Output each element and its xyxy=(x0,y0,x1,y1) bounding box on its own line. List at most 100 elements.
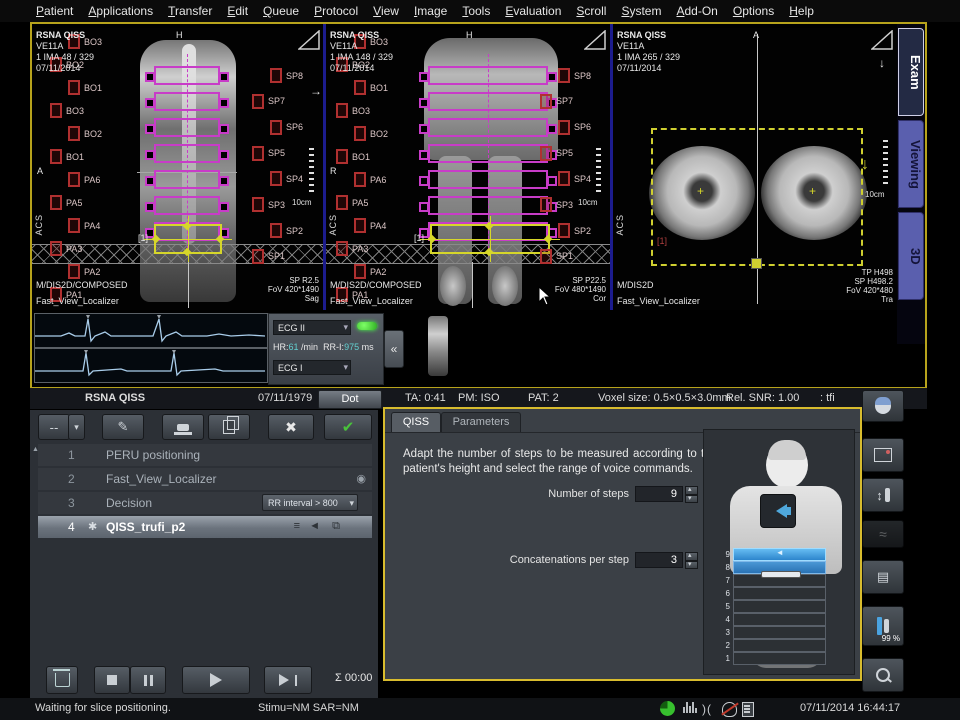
cancel-step-button[interactable]: ✖ xyxy=(268,414,314,440)
active-slice-roi[interactable]: [1] xyxy=(430,224,550,254)
ecg-lead-select-top[interactable]: ECG II xyxy=(273,320,351,335)
menu-item[interactable]: Tools xyxy=(462,4,490,18)
sat-band-label[interactable]: SP5 xyxy=(252,146,312,161)
band-bar[interactable] xyxy=(733,613,826,626)
sat-band-label[interactable]: BO1 xyxy=(354,80,420,95)
pause-button[interactable] xyxy=(130,666,166,694)
menu-item[interactable]: Queue xyxy=(263,4,299,18)
sat-band-label[interactable]: SP1 xyxy=(252,249,312,264)
menu-item[interactable]: Protocol xyxy=(314,4,358,18)
sat-band-label[interactable]: BO1 xyxy=(50,149,134,164)
slice-box[interactable] xyxy=(154,66,220,85)
voice-muted-icon[interactable] xyxy=(722,702,737,717)
band-bar[interactable] xyxy=(733,652,826,665)
sat-band-label[interactable]: PA3 xyxy=(336,241,420,256)
menu-item[interactable]: Transfer xyxy=(168,4,212,18)
spinner-down-icon[interactable] xyxy=(685,495,698,504)
band-bar[interactable] xyxy=(733,587,826,600)
step-row-fast-view-localizer[interactable]: 2 Fast_View_Localizer ◉ xyxy=(38,468,372,490)
band-bar[interactable] xyxy=(733,548,826,561)
coverage-band[interactable]: 4 xyxy=(716,613,826,625)
menu-item[interactable]: Scroll xyxy=(576,4,606,18)
step-row-qiss-trufi-selected[interactable]: 4 ✱ QISS_trufi_p2 ≡ ◄ ⧉ xyxy=(38,516,372,538)
layout-button[interactable]: ▤ xyxy=(862,560,904,594)
sat-band-label[interactable]: BO3 xyxy=(50,103,134,118)
dot-engine-button[interactable]: Dot xyxy=(318,390,382,409)
coverage-band[interactable]: 3 xyxy=(716,626,826,638)
sat-band-label[interactable]: SP5 xyxy=(540,146,600,161)
band-bar[interactable] xyxy=(733,600,826,613)
coverage-band[interactable]: 7 xyxy=(716,574,826,586)
menu-item[interactable]: Image xyxy=(414,4,447,18)
coverage-band[interactable]: 2 xyxy=(716,639,826,651)
scroll-down-arrow-icon[interactable]: ↓ xyxy=(879,56,885,70)
sat-band-label[interactable]: SP1 xyxy=(540,249,600,264)
sat-band-label[interactable]: SP6 xyxy=(558,120,600,135)
tab-qiss[interactable]: QISS xyxy=(391,412,441,432)
tab-parameters[interactable]: Parameters xyxy=(441,412,521,432)
ecg-lead-select-bottom[interactable]: ECG I xyxy=(273,360,351,375)
queue-mode-button[interactable]: -- xyxy=(38,414,70,440)
slice-box[interactable] xyxy=(154,92,220,111)
coverage-band[interactable]: 5 xyxy=(716,600,826,612)
sat-band-label[interactable]: SP4 xyxy=(270,171,312,186)
table-charge-button[interactable]: 99 % xyxy=(862,606,904,646)
number-of-steps-field[interactable]: 9 xyxy=(635,486,683,502)
slice-box[interactable] xyxy=(428,118,548,137)
menu-item[interactable]: Edit xyxy=(227,4,248,18)
coverage-band[interactable]: 9 xyxy=(716,548,826,560)
series-thumbnail[interactable] xyxy=(428,316,448,376)
table-position-button[interactable]: ↕ xyxy=(862,478,904,512)
magnifier-button[interactable] xyxy=(862,658,904,692)
slice-box[interactable] xyxy=(154,196,220,215)
menu-item[interactable]: Options xyxy=(733,4,774,18)
step-list-icon[interactable]: ≡ xyxy=(294,520,300,532)
move-down-arrow-icon[interactable]: ↓ xyxy=(861,156,869,174)
band-bar[interactable] xyxy=(733,639,826,652)
physio-display-button[interactable]: ≈ xyxy=(862,520,904,548)
sat-band-label[interactable]: BO2 xyxy=(354,126,420,141)
coverage-band[interactable]: 6 xyxy=(716,587,826,599)
tab-3d[interactable]: 3D xyxy=(898,212,924,300)
tab-exam[interactable]: Exam xyxy=(898,28,924,116)
sat-band-label[interactable]: PA2 xyxy=(68,264,134,279)
step-copy-icon[interactable]: ⧉ xyxy=(332,520,340,533)
sat-band-label[interactable]: PA2 xyxy=(354,264,420,279)
menu-item[interactable]: Evaluation xyxy=(505,4,561,18)
sat-band-label[interactable]: BO1 xyxy=(68,80,134,95)
viewport-transverse[interactable]: + + [1] ↓ RSNA QISS VE11A 1 IMA 265 / 32… xyxy=(613,28,897,310)
step-row-peru-positioning[interactable]: 1 PERU positioning xyxy=(38,444,372,466)
image-review-button[interactable] xyxy=(862,438,904,472)
slice-box[interactable] xyxy=(154,170,220,189)
spinner-down-icon[interactable] xyxy=(685,561,698,570)
band-bar[interactable] xyxy=(733,626,826,639)
sat-band-label[interactable]: SP2 xyxy=(270,223,312,238)
log-document-icon[interactable] xyxy=(742,702,754,717)
sat-band-label[interactable]: PA4 xyxy=(354,218,420,233)
sat-band-label[interactable]: PA4 xyxy=(68,218,134,233)
sat-band-label[interactable]: PA6 xyxy=(68,172,134,187)
slice-group-overlay[interactable] xyxy=(154,66,220,248)
fov-handle[interactable] xyxy=(751,258,762,269)
corner-fold-icon[interactable] xyxy=(871,30,893,50)
viewport-coronal[interactable]: [1] BO3BO2BO1BO3BO2BO1PA6PA5PA4PA3PA2PA1… xyxy=(326,28,610,310)
step-row-decision[interactable]: 3 Decision RR interval > 800 xyxy=(38,492,372,514)
stop-button[interactable] xyxy=(94,666,130,694)
confirm-step-button[interactable]: ✔ xyxy=(324,414,372,440)
slice-box[interactable] xyxy=(428,66,548,85)
contrast-injection-button[interactable]: ✎ xyxy=(102,414,144,440)
sat-band-label[interactable]: SP6 xyxy=(270,120,312,135)
slice-box[interactable] xyxy=(428,170,548,189)
menu-item[interactable]: Patient xyxy=(36,4,73,18)
decision-condition-dropdown[interactable]: RR interval > 800 xyxy=(262,494,358,511)
active-slice-roi[interactable]: [1] xyxy=(154,224,222,254)
sat-band-label[interactable]: PA5 xyxy=(336,195,420,210)
sat-band-label[interactable]: BO1 xyxy=(336,149,420,164)
sat-band-label[interactable]: SP7 xyxy=(540,94,600,109)
sat-band-label[interactable]: PA6 xyxy=(354,172,420,187)
sat-band-label[interactable]: PA3 xyxy=(50,241,134,256)
slice-box[interactable] xyxy=(154,118,220,137)
skip-button[interactable] xyxy=(264,666,312,694)
start-measurement-button[interactable] xyxy=(182,666,250,694)
menu-item[interactable]: System xyxy=(621,4,661,18)
